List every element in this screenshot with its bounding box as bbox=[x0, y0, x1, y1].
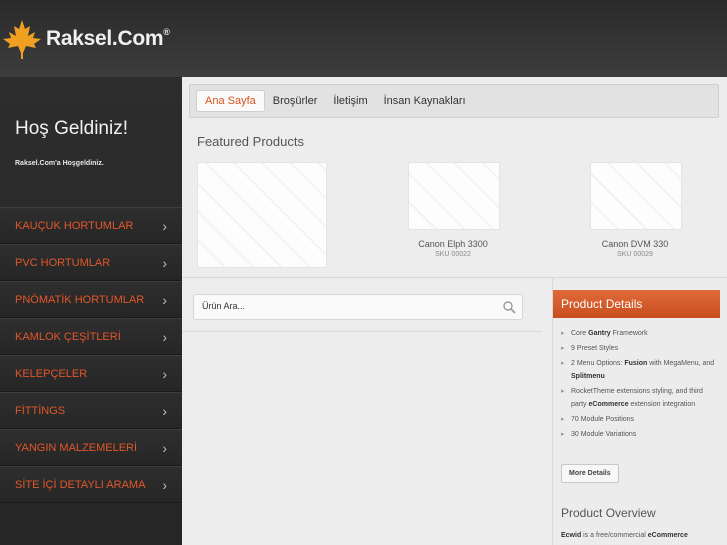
menu-item-label: KAMLOK ÇEŞİTLERİ bbox=[15, 330, 121, 343]
product-name[interactable]: Canon Elph 3300 bbox=[393, 239, 513, 249]
menu-item-pvc-hortumlar[interactable]: PVC HORTUMLAR › bbox=[0, 244, 182, 281]
top-nav: Ana Sayfa Broşürler İletişim İnsan Kayna… bbox=[189, 84, 719, 118]
list-item: Core Gantry Framework bbox=[561, 327, 716, 340]
chevron-right-icon: › bbox=[162, 328, 167, 345]
chevron-right-icon: › bbox=[162, 476, 167, 493]
menu-item-label: FİTTİNGS bbox=[15, 404, 66, 417]
search-input[interactable] bbox=[194, 295, 490, 317]
search-icon[interactable] bbox=[502, 300, 516, 314]
menu-item-label: YANGIN MALZEMELERİ bbox=[15, 441, 138, 454]
category-menu: KAUÇUK HORTUMLAR › PVC HORTUMLAR › PNÖMA… bbox=[0, 207, 182, 503]
right-column: Product Details Core Gantry Framework 9 … bbox=[552, 278, 727, 545]
featured-title: Featured Products bbox=[197, 134, 304, 149]
menu-item-site-ici-arama[interactable]: SİTE İÇİ DETAYLI ARAMA › bbox=[0, 466, 182, 503]
menu-item-yangin-malzemeleri[interactable]: YANGIN MALZEMELERİ › bbox=[0, 429, 182, 466]
section-divider bbox=[182, 331, 542, 332]
chevron-right-icon: › bbox=[162, 217, 167, 234]
product-overview-text: Ecwid is a free/commercial eCommerce bbox=[561, 532, 688, 539]
chevron-right-icon: › bbox=[162, 365, 167, 382]
product-image[interactable] bbox=[590, 162, 682, 230]
product-details-header: Product Details bbox=[553, 290, 720, 318]
chevron-right-icon: › bbox=[162, 291, 167, 308]
list-item: 9 Preset Styles bbox=[561, 342, 716, 355]
menu-item-kelepceler[interactable]: KELEPÇELER › bbox=[0, 355, 182, 392]
chevron-right-icon: › bbox=[162, 402, 167, 419]
menu-item-label: PVC HORTUMLAR bbox=[15, 256, 111, 269]
menu-item-pnomatik-hortumlar[interactable]: PNÖMATİK HORTUMLAR › bbox=[0, 281, 182, 318]
product-sku: SKU 00022 bbox=[435, 251, 471, 258]
feature-list: Core Gantry Framework 9 Preset Styles 2 … bbox=[561, 327, 716, 443]
list-item: 30 Module Variations bbox=[561, 428, 716, 441]
menu-item-fittings[interactable]: FİTTİNGS › bbox=[0, 392, 182, 429]
list-item: RocketTheme extensions styling, and thir… bbox=[561, 385, 716, 411]
site-header: Raksel.Com® bbox=[0, 0, 727, 77]
menu-item-label: KAUÇUK HORTUMLAR bbox=[15, 219, 134, 232]
menu-item-label: KELEPÇELER bbox=[15, 367, 88, 380]
menu-item-kamlok-cesitleri[interactable]: KAMLOK ÇEŞİTLERİ › bbox=[0, 318, 182, 355]
menu-item-kaucuk-hortumlar[interactable]: KAUÇUK HORTUMLAR › bbox=[0, 207, 182, 244]
more-details-button[interactable]: More Details bbox=[561, 464, 619, 483]
brand-name: Raksel.Com® bbox=[46, 27, 170, 50]
product-overview-title: Product Overview bbox=[561, 506, 656, 520]
welcome-title: Hoş Geldiniz! bbox=[15, 118, 128, 139]
list-item: 2 Menu Options: Fusion with MegaMenu, an… bbox=[561, 357, 716, 383]
tab-brosurler[interactable]: Broşürler bbox=[265, 91, 326, 111]
list-item: 70 Module Positions bbox=[561, 413, 716, 426]
menu-item-label: SİTE İÇİ DETAYLI ARAMA bbox=[15, 478, 146, 491]
chevron-right-icon: › bbox=[162, 439, 167, 456]
product-search[interactable] bbox=[193, 294, 523, 320]
maple-leaf-icon bbox=[3, 20, 41, 59]
tab-insan-kaynaklari[interactable]: İnsan Kaynakları bbox=[376, 91, 474, 111]
menu-item-label: PNÖMATİK HORTUMLAR bbox=[15, 293, 145, 306]
chevron-right-icon: › bbox=[162, 254, 167, 271]
tab-iletisim[interactable]: İletişim bbox=[325, 91, 375, 111]
product-image[interactable] bbox=[408, 162, 500, 230]
tab-ana-sayfa[interactable]: Ana Sayfa bbox=[196, 90, 265, 112]
product-sku: SKU 00029 bbox=[617, 251, 653, 258]
product-name[interactable]: Canon DVM 330 bbox=[575, 239, 695, 249]
main-content: Ana Sayfa Broşürler İletişim İnsan Kayna… bbox=[182, 77, 727, 545]
featured-product-image[interactable] bbox=[197, 162, 327, 268]
welcome-subtitle: Raksel.Com'a Hoşgeldiniz. bbox=[15, 160, 104, 167]
site-logo[interactable]: Raksel.Com® bbox=[0, 14, 170, 64]
